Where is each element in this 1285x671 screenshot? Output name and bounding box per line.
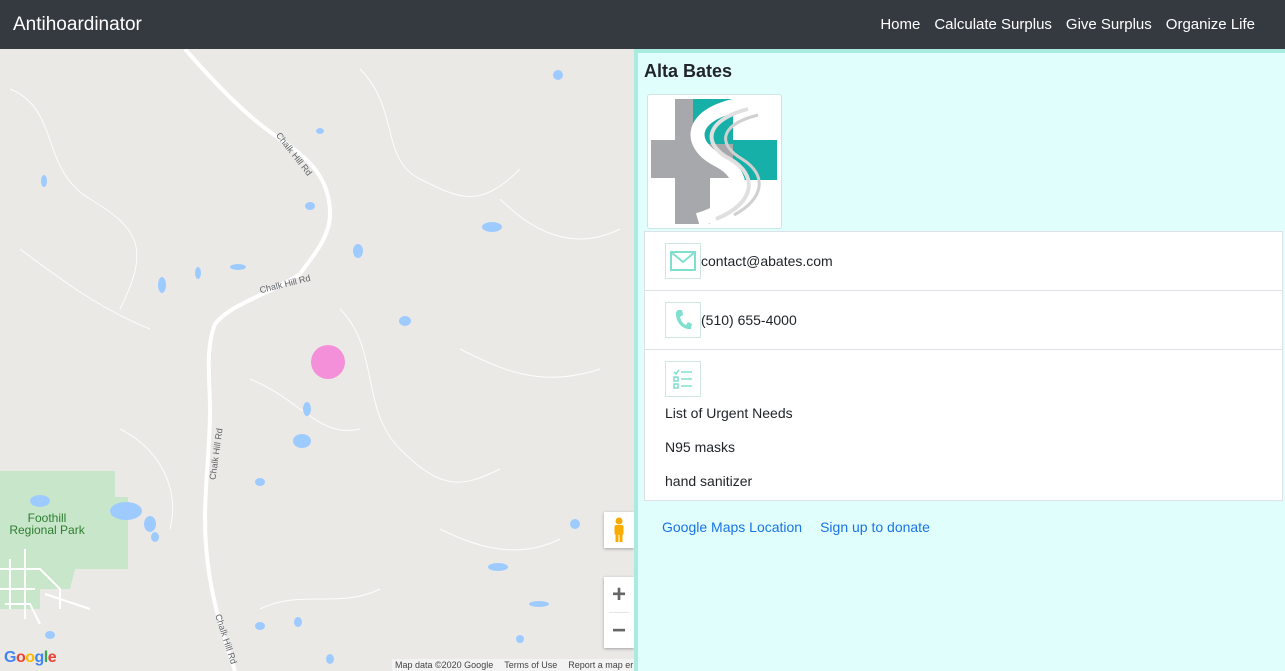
report-map-error-link[interactable]: Report a map er bbox=[568, 660, 633, 670]
nav-organize-life[interactable]: Organize Life bbox=[1159, 16, 1262, 33]
list-item-needs: List of Urgent Needs N95 masks hand sani… bbox=[645, 350, 1282, 500]
email-address[interactable]: contact@abates.com bbox=[701, 253, 833, 269]
terms-link[interactable]: Terms of Use bbox=[504, 660, 557, 670]
google-logo[interactable]: Google bbox=[4, 649, 57, 667]
nav-menu: Home Calculate Surplus Give Surplus Orga… bbox=[873, 16, 1262, 33]
pegman-icon bbox=[614, 517, 624, 542]
organization-logo bbox=[647, 94, 782, 229]
nav-calculate-surplus[interactable]: Calculate Surplus bbox=[927, 16, 1059, 33]
panel-links: Google Maps Location Sign up to donate bbox=[662, 519, 930, 535]
hospital-logo-icon bbox=[651, 98, 777, 227]
brand[interactable]: Antihoardinator bbox=[13, 14, 142, 36]
sign-up-to-donate-link[interactable]: Sign up to donate bbox=[820, 519, 930, 535]
map[interactable]: Chalk Hill Rd Chalk Hill Rd Chalk Hill R… bbox=[0, 49, 634, 671]
navbar: Antihoardinator Home Calculate Surplus G… bbox=[0, 0, 1285, 49]
location-marker[interactable] bbox=[311, 345, 345, 379]
zoom-out-button[interactable]: − bbox=[604, 613, 634, 648]
street-view-pegman[interactable] bbox=[604, 512, 634, 548]
contact-list: contact@abates.com (510) 655-4000 List o… bbox=[644, 231, 1283, 501]
need-item: hand sanitizer bbox=[665, 473, 753, 489]
phone-number[interactable]: (510) 655-4000 bbox=[701, 312, 797, 328]
list-item-phone: (510) 655-4000 bbox=[645, 291, 1282, 350]
google-maps-location-link[interactable]: Google Maps Location bbox=[662, 519, 802, 535]
map-footer: Map data ©2020 Google Terms of Use Repor… bbox=[392, 659, 634, 671]
list-item-email: contact@abates.com bbox=[645, 232, 1282, 291]
needs-title: List of Urgent Needs bbox=[665, 405, 793, 421]
page-title: Alta Bates bbox=[644, 61, 733, 81]
mail-icon bbox=[665, 243, 701, 279]
phone-icon bbox=[665, 302, 701, 338]
need-item: N95 masks bbox=[665, 439, 736, 455]
map-data-credit: Map data ©2020 Google bbox=[395, 660, 494, 670]
park-label: Foothill Regional Park bbox=[9, 511, 85, 537]
nav-give-surplus[interactable]: Give Surplus bbox=[1059, 16, 1159, 33]
map-base bbox=[0, 49, 621, 671]
info-panel: Alta Bates contact@abates.com (510) 655-… bbox=[634, 49, 1285, 671]
checklist-icon bbox=[665, 361, 701, 397]
zoom-in-button[interactable]: + bbox=[604, 577, 634, 612]
zoom-control: + − bbox=[604, 577, 634, 648]
nav-home[interactable]: Home bbox=[873, 16, 927, 33]
